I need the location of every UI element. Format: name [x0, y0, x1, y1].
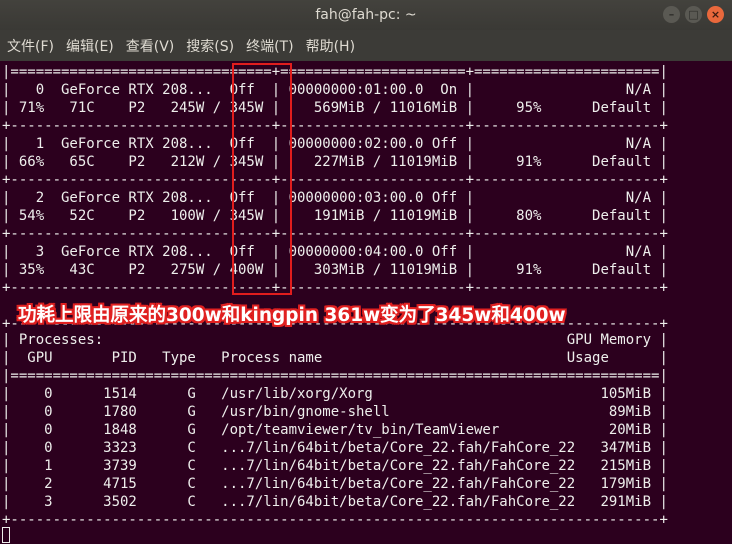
terminal-line: | Processes: GPU Memory |	[2, 332, 668, 348]
terminal-line: | 1 GeForce RTX 208... Off | 00000000:02…	[2, 136, 668, 152]
terminal-line: |===============================+=======…	[2, 64, 668, 80]
terminal-line: | 0 1514 G /usr/lib/xorg/Xorg 105MiB |	[2, 386, 668, 402]
terminal-line: +-------------------------------+-------…	[2, 226, 668, 242]
menu-help[interactable]: 帮助(H)	[299, 36, 360, 56]
window-title: fah@fah-pc: ~	[315, 7, 417, 23]
power-limit-highlight	[232, 63, 292, 295]
close-icon[interactable]: ×	[707, 6, 724, 23]
terminal-line: +-------------------------------+-------…	[2, 118, 668, 134]
window-controls: – □ ×	[663, 6, 724, 23]
terminal-line: | 2 GeForce RTX 208... Off | 00000000:03…	[2, 190, 668, 206]
menu-edit[interactable]: 编辑(E)	[59, 36, 119, 56]
terminal-line: +-------------------------------+-------…	[2, 172, 668, 188]
terminal-line: | 0 1848 G /opt/teamviewer/tv_bin/TeamVi…	[2, 422, 668, 438]
terminal-output[interactable]: |===============================+=======…	[0, 61, 732, 544]
terminal-line: | 0 GeForce RTX 208... Off | 00000000:01…	[2, 82, 668, 98]
terminal-line: +---------------------------------------…	[2, 512, 668, 528]
terminal-cursor	[2, 527, 10, 543]
menu-file[interactable]: 文件(F)	[0, 36, 59, 56]
maximize-icon[interactable]: □	[685, 6, 702, 23]
terminal-line: | 3 3502 C ...7/lin/64bit/beta/Core_22.f…	[2, 494, 668, 510]
terminal-line: | 71% 71C P2 245W / 345W | 569MiB / 1101…	[2, 100, 668, 116]
annotation-caption: 功耗上限由原来的300w和kingpin 361w变为了345w和400w	[18, 305, 566, 326]
terminal-line: | 1 3739 C ...7/lin/64bit/beta/Core_22.f…	[2, 458, 668, 474]
terminal-line: | 3 GeForce RTX 208... Off | 00000000:04…	[2, 244, 668, 260]
minimize-icon[interactable]: –	[663, 6, 680, 23]
terminal-line: |=======================================…	[2, 368, 668, 384]
menu-search[interactable]: 搜索(S)	[179, 36, 239, 56]
menu-view[interactable]: 查看(V)	[119, 36, 180, 56]
menu-terminal[interactable]: 终端(T)	[239, 36, 298, 56]
terminal-line: | 0 1780 G /usr/bin/gnome-shell 89MiB |	[2, 404, 668, 420]
terminal-line: | 35% 43C P2 275W / 400W | 303MiB / 1101…	[2, 262, 668, 278]
terminal-line: +-------------------------------+-------…	[2, 280, 668, 296]
terminal-line: | 0 3323 C ...7/lin/64bit/beta/Core_22.f…	[2, 440, 668, 456]
window-titlebar[interactable]: fah@fah-pc: ~ – □ ×	[0, 0, 732, 30]
terminal-line: | 54% 52C P2 100W / 345W | 191MiB / 1101…	[2, 208, 668, 224]
menu-bar: 文件(F) 编辑(E) 查看(V) 搜索(S) 终端(T) 帮助(H)	[0, 30, 732, 61]
terminal-line: | 66% 65C P2 212W / 345W | 227MiB / 1101…	[2, 154, 668, 170]
terminal-line: | 2 4715 C ...7/lin/64bit/beta/Core_22.f…	[2, 476, 668, 492]
terminal-line: | GPU PID Type Process name Usage |	[2, 350, 668, 366]
